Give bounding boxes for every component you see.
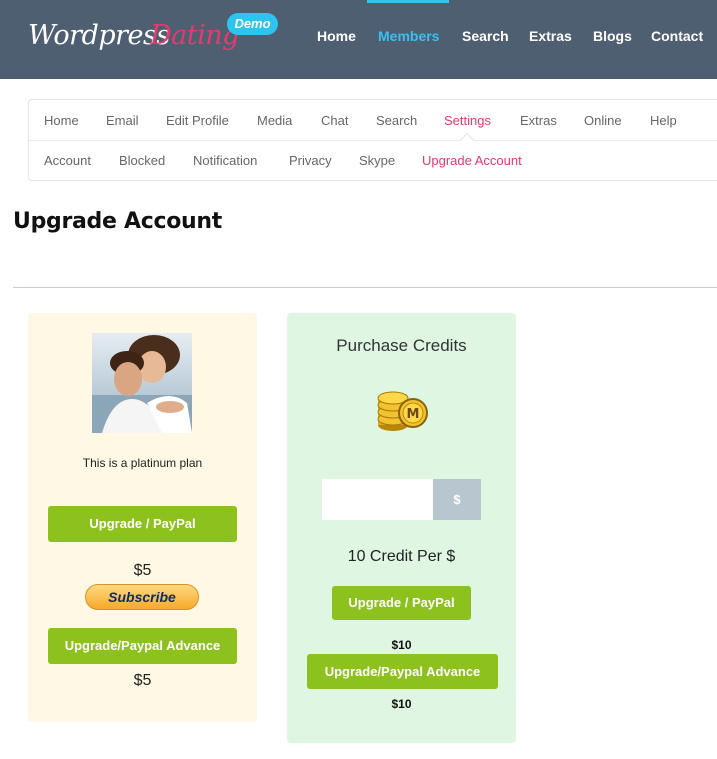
plan-price-1: $5 [133,562,152,579]
member-subnav: Home Email Edit Profile Media Chat Searc… [28,99,717,181]
subnav-account[interactable]: Account [44,153,91,168]
subnav-search[interactable]: Search [376,113,417,128]
subnav-blocked[interactable]: Blocked [119,153,165,168]
subnav-email[interactable]: Email [106,113,139,128]
active-caret-icon [459,132,475,148]
paypal-subscribe-button[interactable]: Subscribe [85,584,199,610]
logo-word-wordpress: Wordpress [28,20,170,51]
svg-text:M: M [407,407,420,422]
demo-badge: Demo [227,13,278,35]
plan-image [92,333,192,433]
credits-paypal-advance-button[interactable]: Upgrade/Paypal Advance [307,654,498,689]
subnav-notification[interactable]: Notification [193,153,257,168]
plan-description: This is a platinum plan [82,456,203,470]
subnav-settings[interactable]: Settings [444,113,491,128]
subnav-divider [29,140,717,141]
subnav-chat[interactable]: Chat [321,113,348,128]
plan-paypal-advance-button[interactable]: Upgrade/Paypal Advance [48,628,237,664]
plan-card: This is a platinum plan Upgrade / PayPal… [28,313,257,722]
plan-price-2: $5 [133,672,152,689]
site-header: Wordpress Dating Demo Home Members Searc… [0,0,717,79]
subnav-upgrade-account[interactable]: Upgrade Account [422,153,522,168]
page-title: Upgrade Account [13,209,222,234]
currency-addon: $ [433,479,481,520]
subnav-skype[interactable]: Skype [359,153,395,168]
main-nav-contact[interactable]: Contact [651,28,703,44]
main-nav-extras[interactable]: Extras [529,28,572,44]
subnav-media[interactable]: Media [257,113,292,128]
active-nav-indicator [367,0,449,3]
title-divider [13,287,717,288]
main-nav-home[interactable]: Home [317,28,356,44]
main-nav-search[interactable]: Search [462,28,509,44]
subnav-online[interactable]: Online [584,113,622,128]
coins-icon: M [375,385,429,435]
credits-card: Purchase Credits M $ 10 Credit Per $ Upg… [287,313,516,743]
plan-paypal-button[interactable]: Upgrade / PayPal [48,506,237,542]
credit-rate-label: 10 Credit Per $ [347,548,456,565]
subnav-privacy[interactable]: Privacy [289,153,332,168]
main-nav-blogs[interactable]: Blogs [593,28,632,44]
credits-title: Purchase Credits [336,336,467,355]
logo-word-dating: Dating [150,20,239,51]
subnav-home[interactable]: Home [44,113,79,128]
credits-price-1: $10 [391,638,412,652]
subnav-extras[interactable]: Extras [520,113,557,128]
credits-price-2: $10 [391,697,412,711]
credit-amount-input[interactable] [322,479,433,520]
credits-paypal-button[interactable]: Upgrade / PayPal [332,586,471,620]
main-nav-members[interactable]: Members [378,28,439,44]
subnav-edit-profile[interactable]: Edit Profile [166,113,229,128]
subnav-help[interactable]: Help [650,113,677,128]
